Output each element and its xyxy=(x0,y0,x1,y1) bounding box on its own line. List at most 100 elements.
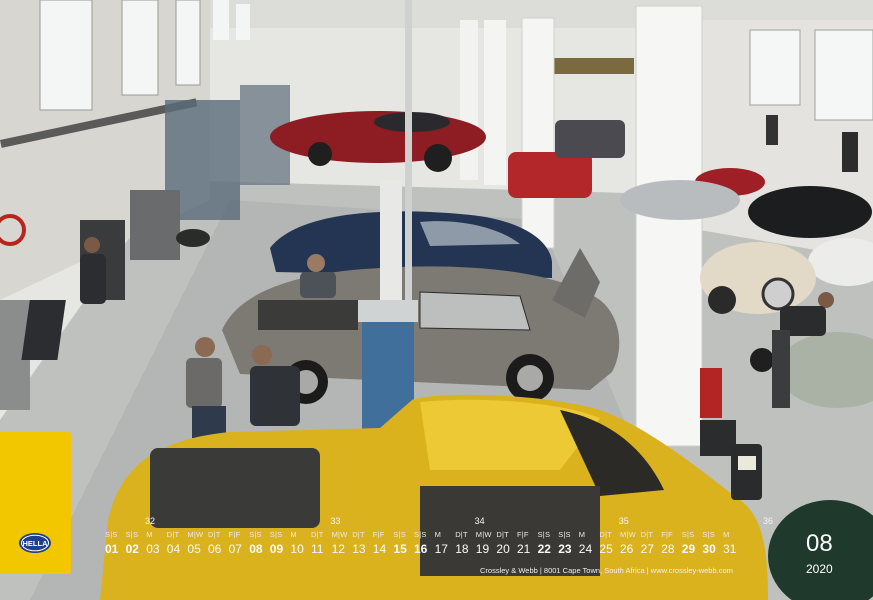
calendar-weekday: S|S xyxy=(269,530,283,539)
red-car-rear xyxy=(508,152,592,198)
calendar-weekday: S|S xyxy=(681,530,695,539)
red-trolley xyxy=(700,368,722,418)
wheel-rim xyxy=(517,365,543,391)
calendar-day: 29 xyxy=(681,542,696,556)
calendar-day: 08 xyxy=(249,542,263,556)
calendar-weekday: M|W xyxy=(475,530,492,539)
storage-crate xyxy=(700,420,736,456)
calendar-day: 10 xyxy=(290,542,304,556)
calendar-week-number: 32 xyxy=(145,516,156,526)
tyre xyxy=(176,229,210,247)
calendar-weekday: D|T xyxy=(599,530,612,539)
tool-cart xyxy=(130,190,180,260)
calendar-weekday: D|T xyxy=(455,530,468,539)
calendar-day: 22 xyxy=(537,542,551,556)
calendar-month: 08 xyxy=(806,530,833,557)
calendar-day: 15 xyxy=(393,542,407,556)
calendar-day: 24 xyxy=(578,542,593,556)
calendar-day: 13 xyxy=(352,542,366,556)
calendar-day: 09 xyxy=(269,542,284,556)
calendar-day: 06 xyxy=(208,542,222,556)
calendar-day: 26 xyxy=(620,542,634,556)
wall-poster xyxy=(766,115,778,145)
calendar-day: 05 xyxy=(187,542,201,556)
calendar-week-number: 36 xyxy=(763,516,774,526)
wheel xyxy=(424,144,452,172)
calendar-day: 17 xyxy=(434,542,448,556)
calendar-weekday: D|T xyxy=(166,530,180,539)
calendar-day: 18 xyxy=(455,542,469,556)
hella-logo-text: HELLA xyxy=(23,539,49,548)
window xyxy=(236,4,250,40)
calendar-day: 28 xyxy=(661,542,675,556)
blue-lift-cap xyxy=(358,300,418,322)
calendar-day: 27 xyxy=(640,542,654,556)
black-porsche xyxy=(748,186,872,238)
silver-car-window xyxy=(419,291,531,331)
calendar-weekday: S|S xyxy=(105,530,118,539)
wheel xyxy=(308,142,332,166)
calendar-weekday: S|S xyxy=(414,530,427,539)
calendar-day: 16 xyxy=(414,542,428,556)
wheel xyxy=(708,286,736,314)
calendar-weekday: F|F xyxy=(372,530,385,539)
calendar-week-number: 35 xyxy=(618,516,629,526)
calendar-weekday: S|S xyxy=(558,530,571,539)
calendar-weekday: M xyxy=(578,530,586,539)
vehicle-lift-post xyxy=(405,0,412,330)
window xyxy=(175,0,201,86)
column xyxy=(521,17,555,249)
column xyxy=(460,20,478,180)
calendar-week-number: 34 xyxy=(474,516,485,526)
silver-car-right xyxy=(620,180,740,220)
calendar-day: 02 xyxy=(125,542,139,556)
drum-label xyxy=(738,456,756,470)
calendar-weekday: D|T xyxy=(208,530,221,539)
hella-brand-tab: HELLA xyxy=(0,432,71,574)
wheel xyxy=(750,348,774,372)
calendar-week-number: 33 xyxy=(330,516,341,526)
calendar-day: 23 xyxy=(558,542,572,556)
calendar-day: 31 xyxy=(723,542,737,556)
calendar-weekday: D|T xyxy=(496,530,509,539)
calendar-weekday: S|S xyxy=(702,530,715,539)
calendar-day: 01 xyxy=(105,542,119,556)
shop-sign xyxy=(552,58,634,74)
vehicle-lift-post xyxy=(380,180,402,320)
calendar-day: 14 xyxy=(372,542,387,556)
calendar-weekday: M|W xyxy=(187,530,204,539)
engine-bay xyxy=(258,300,358,330)
calendar-weekday: F|F xyxy=(661,530,673,539)
calendar-weekday: M|W xyxy=(620,530,636,539)
calendar-year: 2020 xyxy=(806,562,833,576)
background-car xyxy=(555,120,625,158)
calendar-day: 21 xyxy=(517,542,531,556)
window xyxy=(213,0,229,40)
calendar-weekday: F|F xyxy=(517,530,529,539)
calendar-weekday: S|S xyxy=(393,530,406,539)
column xyxy=(484,20,506,185)
calendar-day: 19 xyxy=(475,542,490,556)
calendar-day: 30 xyxy=(702,542,716,556)
calendar-weekday: S|S xyxy=(125,530,139,539)
calendar-weekday: S|S xyxy=(537,530,551,539)
window xyxy=(749,29,801,106)
calendar-weekday: D|T xyxy=(311,530,324,539)
calendar-weekday: D|T xyxy=(352,530,365,539)
calendar-weekday: M xyxy=(723,530,730,539)
calendar-footer: Crossley & Webb | 8001 Cape Town, South … xyxy=(480,566,733,575)
calendar-day: 07 xyxy=(228,542,242,556)
oil-drum xyxy=(731,444,762,500)
calendar-weekday: M xyxy=(146,530,153,539)
calendar-day: 03 xyxy=(146,542,160,556)
window xyxy=(814,29,873,121)
calendar-weekday: D|T xyxy=(640,530,654,539)
calendar-day: 11 xyxy=(311,542,324,556)
window xyxy=(39,0,93,111)
calendar-weekday: F|F xyxy=(228,530,241,539)
calendar-weekday: M xyxy=(290,530,297,539)
calendar-strip: S|S 01 S|S 02 M 03 D|T 04 M|W 05 D|T 06 F|F 07 S|S 08 S|… xyxy=(105,516,773,556)
calendar-day: 20 xyxy=(496,542,510,556)
calendar-day: 04 xyxy=(166,542,181,556)
hella-logo: HELLA xyxy=(19,533,51,553)
